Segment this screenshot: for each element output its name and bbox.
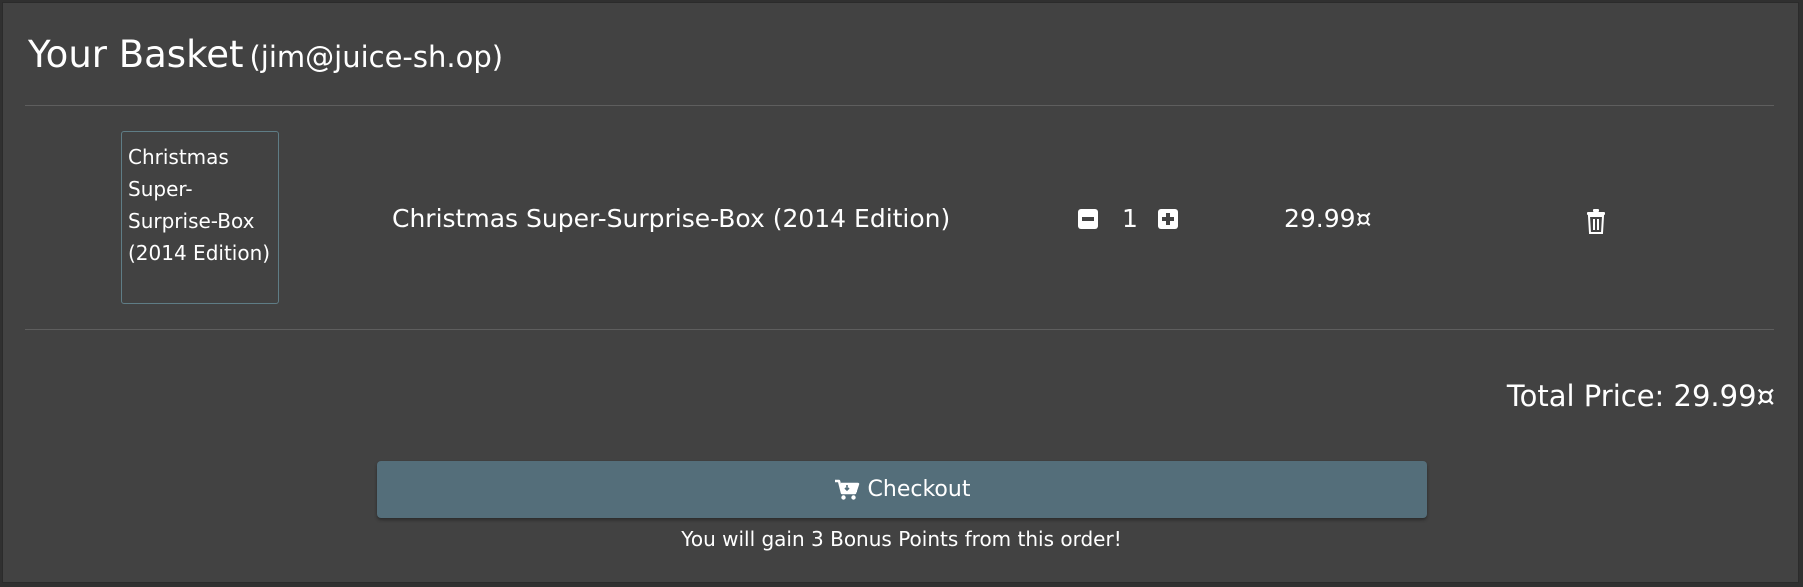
product-image: Christmas Super-Surprise-Box (2014 Editi…	[121, 131, 279, 304]
checkout-button[interactable]: Checkout	[377, 461, 1427, 518]
basket-heading: Your Basket (jim@juice-sh.op)	[28, 33, 503, 76]
user-email: (jim@juice-sh.op)	[249, 40, 504, 74]
divider-bottom	[25, 329, 1774, 330]
delete-item-button[interactable]	[1585, 208, 1607, 234]
increase-quantity-button[interactable]	[1158, 209, 1178, 229]
product-name: Christmas Super-Surprise-Box (2014 Editi…	[392, 204, 951, 233]
quantity-value: 1	[1122, 204, 1138, 233]
bonus-points-text: You will gain 3 Bonus Points from this o…	[681, 527, 1122, 551]
basket-title: Your Basket	[28, 33, 244, 76]
checkout-label: Checkout	[867, 477, 971, 502]
decrease-quantity-button[interactable]	[1078, 209, 1098, 229]
total-price: Total Price: 29.99¤	[1506, 379, 1775, 413]
cart-arrow-down-icon	[834, 479, 859, 500]
divider-top	[25, 105, 1774, 106]
trash-icon	[1587, 209, 1605, 234]
product-price: 29.99¤	[1284, 204, 1372, 233]
